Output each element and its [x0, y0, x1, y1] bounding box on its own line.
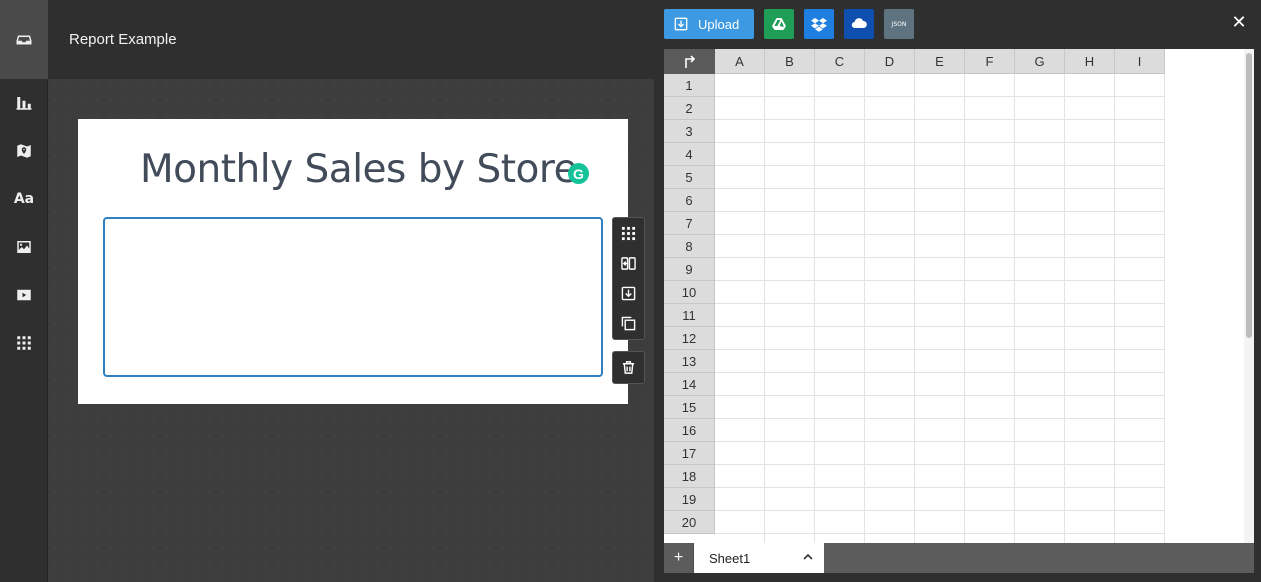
upload-icon [674, 17, 688, 31]
sheet-tab[interactable]: Sheet1 [694, 543, 824, 573]
row-header[interactable]: 15 [664, 396, 715, 419]
scrollbar-thumb[interactable] [1246, 53, 1252, 338]
row-header[interactable]: 2 [664, 97, 715, 120]
column-header[interactable]: A [715, 49, 765, 74]
row-header[interactable]: 7 [664, 212, 715, 235]
row-header[interactable]: 18 [664, 465, 715, 488]
chevron-up-icon[interactable] [802, 551, 814, 563]
inbox-icon[interactable] [0, 0, 48, 79]
row-header[interactable]: 11 [664, 304, 715, 327]
move-grid-icon[interactable] [613, 218, 644, 248]
report-title[interactable]: Monthly Sales by Store [140, 147, 578, 192]
bar-chart-icon[interactable] [0, 79, 48, 127]
data-panel: Upload JSON ✕ ABCDEFGHI 1 2 3 4 5 6 7 8 9 10 11 12 1… [654, 0, 1261, 582]
grid-icon[interactable] [0, 319, 48, 367]
spreadsheet[interactable]: ABCDEFGHI 1 2 3 4 5 6 7 8 9 10 11 12 13 14 15 16 17 18 19 2… [664, 49, 1254, 543]
column-header[interactable]: B [765, 49, 815, 74]
row-header[interactable]: 16 [664, 419, 715, 442]
sheet-tab-label: Sheet1 [709, 550, 751, 566]
row-header[interactable]: 13 [664, 350, 715, 373]
text-icon[interactable]: Aa [0, 175, 48, 223]
column-header[interactable]: I [1115, 49, 1165, 74]
row-header[interactable]: 5 [664, 166, 715, 189]
grid-edge [1164, 74, 1165, 543]
dropbox-icon[interactable] [804, 9, 834, 39]
vertical-scrollbar[interactable] [1244, 49, 1254, 543]
row-header[interactable]: 10 [664, 281, 715, 304]
page-title: Report Example [69, 31, 177, 48]
icon-rail: Aa [0, 0, 48, 582]
column-header[interactable]: H [1065, 49, 1115, 74]
cell-grid[interactable] [715, 74, 1164, 543]
text-icon-label: Aa [13, 191, 35, 207]
row-header[interactable]: 3 [664, 120, 715, 143]
row-header[interactable]: 20 [664, 511, 715, 534]
row-header[interactable]: 8 [664, 235, 715, 258]
select-all-icon[interactable] [664, 49, 715, 74]
delete-icon[interactable] [612, 351, 645, 384]
google-drive-icon[interactable] [764, 9, 794, 39]
column-header[interactable]: C [815, 49, 865, 74]
map-pin-icon[interactable] [0, 127, 48, 175]
column-header[interactable]: F [965, 49, 1015, 74]
video-icon[interactable] [0, 271, 48, 319]
upload-label: Upload [698, 16, 740, 32]
row-header[interactable]: 6 [664, 189, 715, 212]
onedrive-icon[interactable] [844, 9, 874, 39]
json-label: JSON [891, 20, 907, 28]
chart-toolbar [612, 217, 645, 340]
row-header[interactable]: 1 [664, 74, 715, 97]
swap-icon[interactable] [613, 248, 644, 278]
column-header[interactable]: G [1015, 49, 1065, 74]
row-header[interactable]: 9 [664, 258, 715, 281]
column-header[interactable]: E [915, 49, 965, 74]
report-page: Monthly Sales by Store G [78, 119, 628, 404]
chart-placeholder[interactable] [103, 217, 603, 377]
duplicate-icon[interactable] [613, 308, 644, 338]
column-header[interactable]: D [865, 49, 915, 74]
json-icon[interactable]: JSON [884, 9, 914, 39]
editor-header: Report Example [48, 0, 654, 79]
row-header[interactable]: 14 [664, 373, 715, 396]
row-header[interactable]: 12 [664, 327, 715, 350]
row-header[interactable]: 17 [664, 442, 715, 465]
close-icon[interactable]: ✕ [1229, 12, 1249, 32]
download-icon[interactable] [613, 278, 644, 308]
upload-button[interactable]: Upload [664, 9, 754, 39]
report-canvas: Monthly Sales by Store G [48, 79, 660, 582]
add-sheet-button[interactable]: + [664, 543, 694, 573]
sheet-tab-bar: + Sheet1 [664, 543, 1254, 573]
row-header[interactable]: 4 [664, 143, 715, 166]
image-icon[interactable] [0, 223, 48, 271]
grammarly-badge[interactable]: G [568, 163, 589, 184]
row-header[interactable]: 19 [664, 488, 715, 511]
